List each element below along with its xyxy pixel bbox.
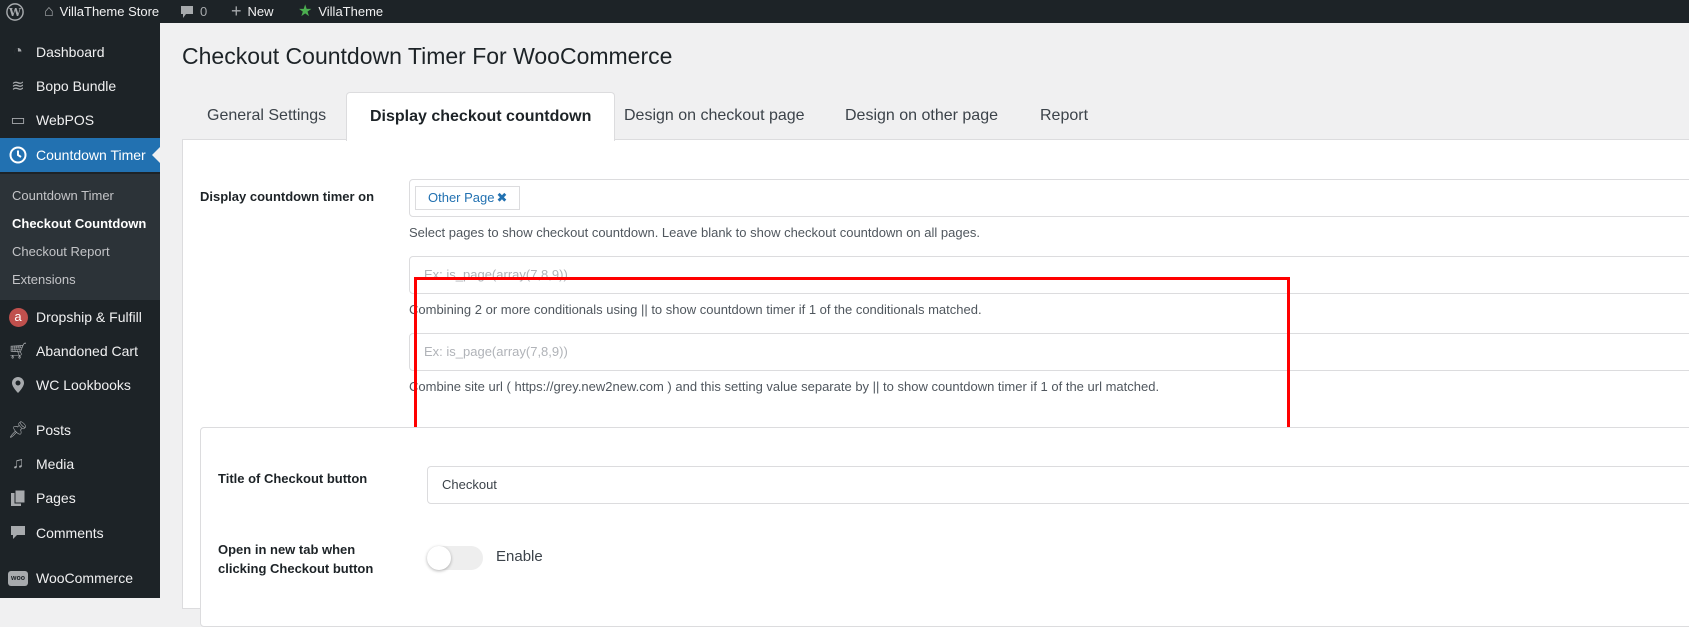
new-label: New <box>247 4 274 19</box>
page-title: Checkout Countdown Timer For WooCommerce <box>182 43 673 69</box>
remove-tag-icon[interactable]: ✖ <box>497 190 508 205</box>
monitor-icon: ▭ <box>10 112 26 129</box>
home-icon: ⌂ <box>44 3 54 20</box>
settings-panel: Display countdown timer on Other Page ✖ S… <box>182 139 1689 627</box>
pages-help-text: Select pages to show checkout countdown.… <box>409 225 980 240</box>
site-name-link[interactable]: ⌂ VillaTheme Store <box>44 0 159 23</box>
comment-icon <box>0 525 36 541</box>
display-countdown-label: Display countdown timer on <box>200 189 375 204</box>
selected-page-label: Other Page <box>428 190 495 205</box>
submenu-item-checkout-countdown[interactable]: Checkout Countdown <box>12 216 146 231</box>
submenu-item-countdown-timer[interactable]: Countdown Timer <box>12 188 114 203</box>
new-content-link[interactable]: + New <box>231 0 274 23</box>
villatheme-label: VillaTheme <box>318 4 384 19</box>
media-icon: ♫ <box>12 455 24 472</box>
sidebar-item-bopo-bundle[interactable]: ≋ Bopo Bundle <box>0 69 160 103</box>
cart-icon: 🛒︎ <box>7 343 29 360</box>
checkout-button-card: Title of Checkout button Open in new tab… <box>200 427 1689 627</box>
main-content: Checkout Countdown Timer For WooCommerce… <box>160 23 1689 627</box>
tab-display-checkout-countdown[interactable]: Display checkout countdown <box>346 92 616 141</box>
wordpress-logo-button[interactable]: W <box>6 0 24 23</box>
conditional-tags-input[interactable] <box>424 257 1689 293</box>
tab-general-settings[interactable]: General Settings <box>207 92 326 140</box>
checkout-title-field <box>427 466 1689 504</box>
woo-icon: woo <box>0 570 36 586</box>
site-name: VillaTheme Store <box>59 4 160 19</box>
layers-icon: ≋ <box>11 78 25 95</box>
clock-icon <box>0 146 36 164</box>
toggle-knob <box>427 546 451 570</box>
comment-bubble-icon <box>181 5 193 18</box>
dashboard-icon: ◔ <box>13 43 23 60</box>
plus-icon: + <box>231 1 242 21</box>
sidebar-item-dashboard[interactable]: ◔ Dashboard <box>0 35 160 69</box>
url-help-text: Combine site url ( https://grey.new2new.… <box>409 379 1160 394</box>
sidebar-item-pages[interactable]: Pages <box>0 481 160 515</box>
admin-sidebar: ◔ Dashboard ≋ Bopo Bundle ▭ WebPOS Count… <box>0 23 160 598</box>
conditional-tags-input-wrap <box>409 256 1689 294</box>
sidebar-item-dropship-fulfill[interactable]: a Dropship & Fulfill <box>0 300 160 334</box>
url-conditions-input[interactable] <box>424 334 1689 370</box>
newtab-toggle-label: Enable <box>496 548 543 565</box>
sidebar-item-media[interactable]: ♫ Media <box>0 447 160 481</box>
url-input-wrap <box>409 333 1689 371</box>
pin-icon: 📌︎ <box>7 422 29 439</box>
pages-select[interactable]: Other Page ✖ <box>409 179 1689 217</box>
comments-link[interactable]: 0 <box>180 0 207 23</box>
sidebar-item-webpos[interactable]: ▭ WebPOS <box>0 103 160 137</box>
tab-report[interactable]: Report <box>1040 92 1088 140</box>
selected-page-tag: Other Page ✖ <box>415 186 521 210</box>
villatheme-link[interactable]: ★ VillaTheme <box>298 0 383 23</box>
newtab-toggle[interactable] <box>427 546 483 570</box>
tab-design-on-other-page[interactable]: Design on other page <box>845 92 998 140</box>
submenu-item-checkout-report[interactable]: Checkout Report <box>12 244 110 259</box>
star-icon: ★ <box>298 3 313 20</box>
wordpress-logo-icon: W <box>6 2 24 21</box>
comments-count: 0 <box>200 4 208 19</box>
newtab-label-line2: clicking Checkout button <box>218 561 374 576</box>
sidebar-item-wc-lookbooks[interactable]: WC Lookbooks <box>0 368 160 402</box>
sidebar-item-abandoned-cart[interactable]: 🛒︎ Abandoned Cart <box>0 334 160 368</box>
admin-bar: W ⌂ VillaTheme Store 0 + New ★ VillaThem… <box>0 0 1689 23</box>
newtab-label: Open in new tab when clicking Checkout b… <box>218 540 373 578</box>
location-pin-icon <box>0 376 36 394</box>
countdown-submenu: Countdown Timer Checkout Countdown Check… <box>0 174 160 300</box>
sidebar-item-comments[interactable]: Comments <box>0 516 160 550</box>
checkout-title-input[interactable] <box>442 467 1689 503</box>
tab-design-on-checkout-page[interactable]: Design on checkout page <box>624 92 805 140</box>
checkout-title-label: Title of Checkout button <box>218 471 368 486</box>
svg-text:W: W <box>8 6 22 19</box>
submenu-item-extensions[interactable]: Extensions <box>12 272 76 287</box>
pages-icon <box>0 489 36 507</box>
sidebar-item-posts[interactable]: 📌︎ Posts <box>0 413 160 447</box>
sidebar-item-woocommerce[interactable]: woo WooCommerce <box>0 561 160 595</box>
ali-icon: a <box>0 307 36 327</box>
newtab-label-line1: Open in new tab when <box>218 542 356 557</box>
sidebar-item-countdown-timer[interactable]: Countdown Timer <box>0 138 160 172</box>
conditional-help-text: Combining 2 or more conditionals using |… <box>409 302 982 317</box>
